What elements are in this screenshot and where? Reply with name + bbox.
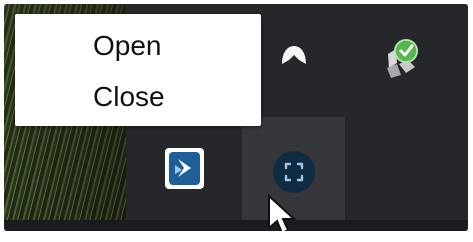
menu-item-open-label: Open (93, 30, 162, 61)
menu-item-close-label: Close (93, 81, 165, 112)
menu-item-open[interactable]: Open (15, 21, 261, 71)
app-icon[interactable] (164, 147, 205, 190)
menu-item-close[interactable]: Close (15, 72, 261, 122)
taskbar-edge (4, 220, 468, 231)
vpn-shield-icon[interactable] (381, 36, 423, 80)
arrow-up-icon[interactable] (275, 35, 313, 73)
context-menu: Open Close (15, 14, 261, 126)
mouse-pointer-icon (266, 194, 297, 231)
screenshot-frame: Open Close (0, 0, 473, 242)
screen-capture-icon[interactable] (269, 147, 319, 197)
